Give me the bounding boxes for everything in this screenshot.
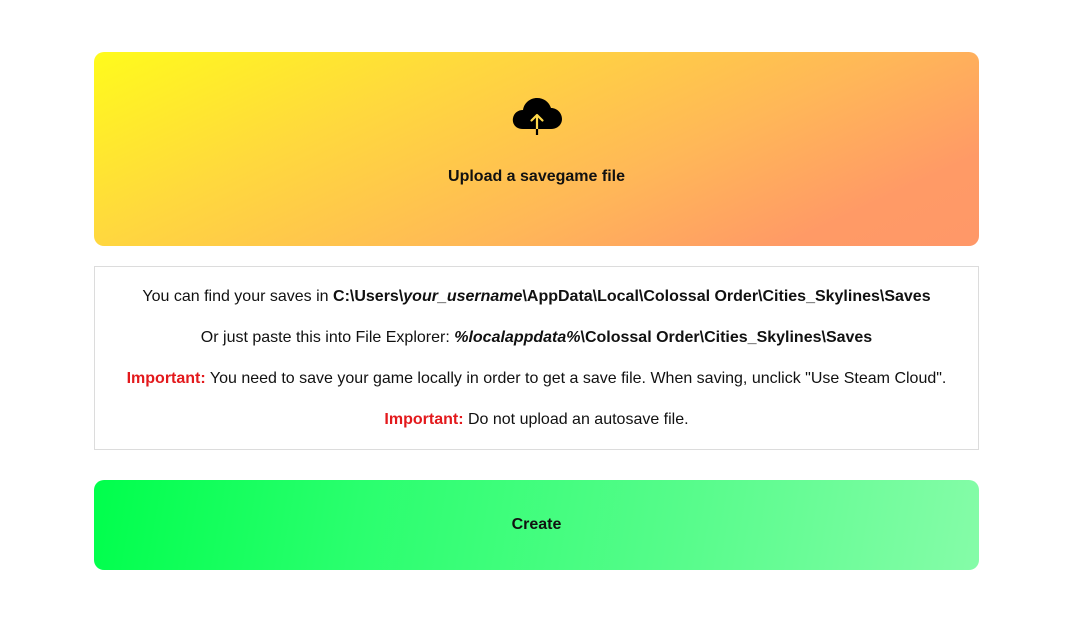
save-location-info: You can find your saves in C:\Users\your… bbox=[94, 266, 979, 450]
upload-savegame-dropzone[interactable] bbox=[94, 52, 979, 246]
autosave-warning-text: Do not upload an autosave file. bbox=[463, 411, 689, 428]
create-button-label: Create bbox=[511, 516, 562, 533]
important-label: Important: bbox=[384, 411, 464, 428]
explorer-path-variable: %localappdata% bbox=[454, 329, 581, 346]
explorer-path-line: Or just paste this into File Explorer: %… bbox=[95, 327, 978, 349]
create-button[interactable]: Create bbox=[94, 480, 979, 570]
explorer-path-saves: \Colossal Order\Cities_Skylines\Saves bbox=[580, 329, 873, 346]
save-path-part-username: your_username bbox=[403, 288, 523, 305]
cloud-upload-icon bbox=[512, 98, 562, 135]
upload-label: Upload a savegame file bbox=[448, 168, 625, 185]
explorer-path-prefix: Or just paste this into File Explorer: bbox=[200, 329, 455, 346]
save-path-part-users: C:\Users\ bbox=[333, 288, 404, 305]
steam-cloud-warning-text: You need to save your game locally in or… bbox=[205, 370, 947, 387]
important-label: Important: bbox=[126, 370, 206, 387]
steam-cloud-warning: Important: You need to save your game lo… bbox=[95, 368, 978, 390]
save-path-prefix: You can find your saves in bbox=[142, 288, 334, 305]
save-path-part-saves: \AppData\Local\Colossal Order\Cities_Sky… bbox=[522, 288, 931, 305]
autosave-warning: Important: Do not upload an autosave fil… bbox=[95, 409, 978, 431]
save-path-line: You can find your saves in C:\Users\your… bbox=[95, 286, 978, 308]
